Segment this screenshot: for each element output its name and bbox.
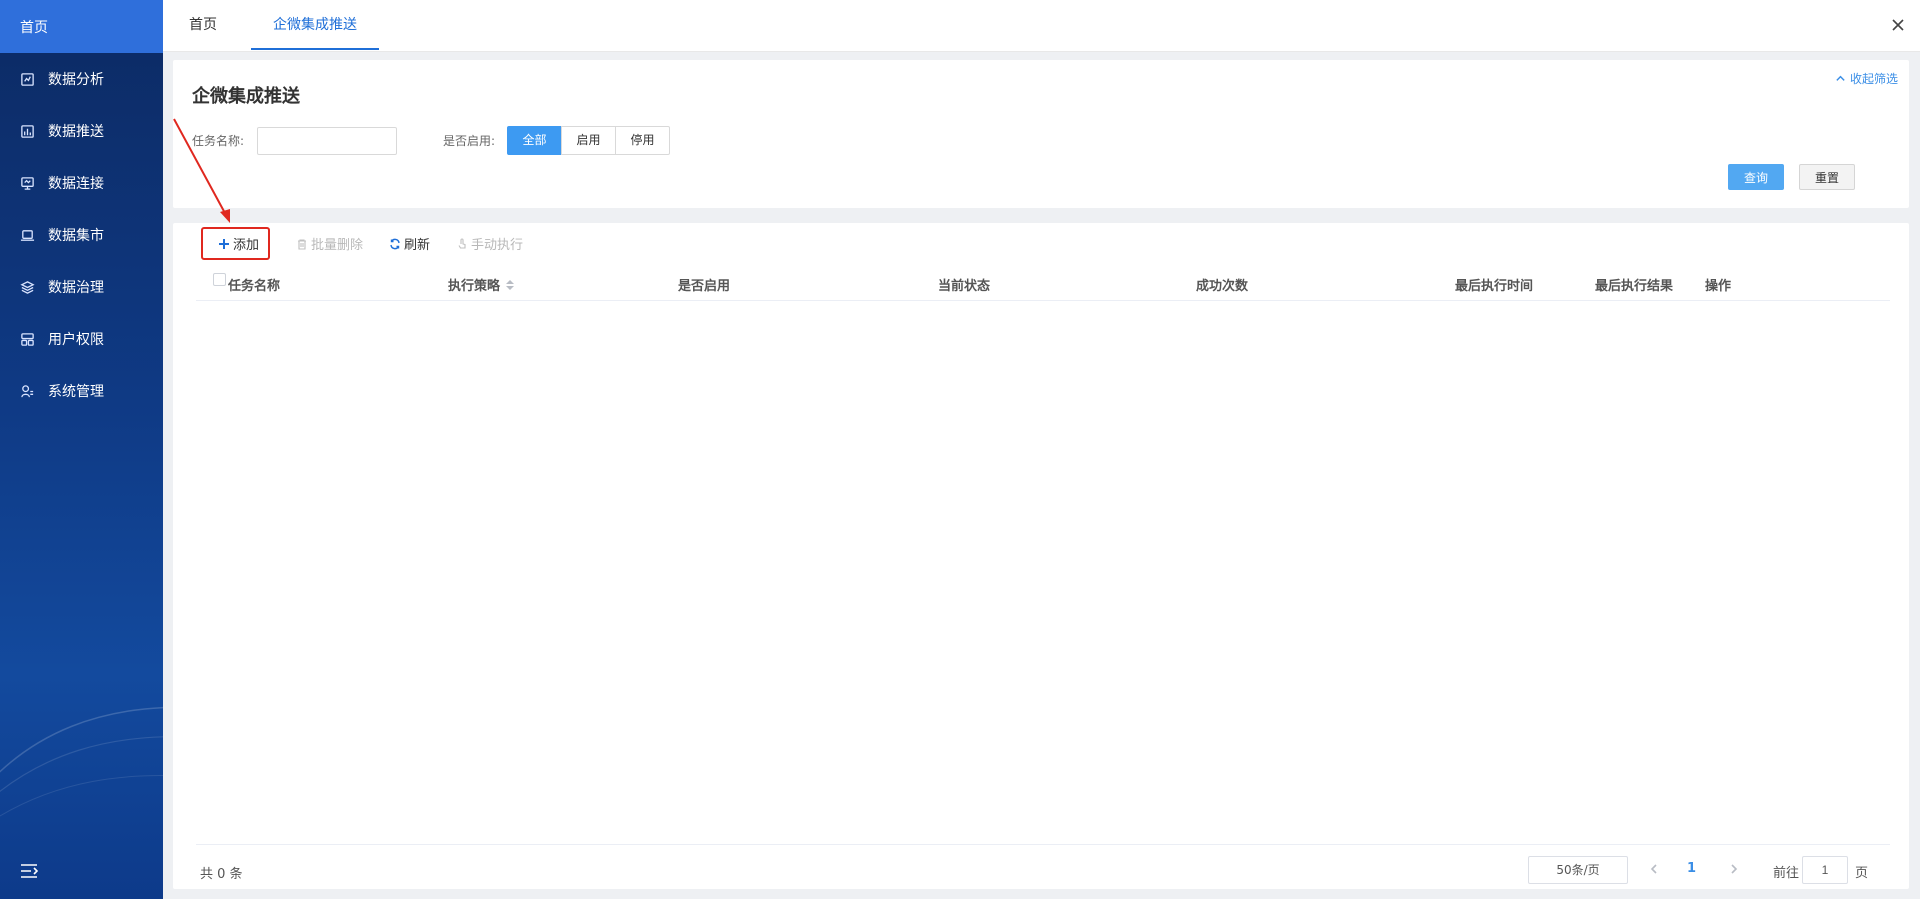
- tab-bar: 首页 企微集成推送: [163, 0, 1920, 52]
- reset-button[interactable]: 重置: [1799, 164, 1855, 190]
- column-header-task-name: 任务名称: [228, 279, 281, 294]
- sidebar-item-label: 数据治理: [48, 280, 104, 296]
- close-icon[interactable]: [1890, 17, 1906, 33]
- manual-run-label: 手动执行: [471, 238, 524, 253]
- tab-wecom-push[interactable]: 企微集成推送: [251, 0, 379, 50]
- sidebar-item-label: 数据分析: [48, 72, 104, 88]
- sidebar-item-data-analysis[interactable]: 数据分析: [0, 53, 163, 105]
- goto-suffix: 页: [1855, 866, 1869, 881]
- manual-run-button[interactable]: 手动执行: [456, 227, 523, 260]
- refresh-icon: [389, 238, 401, 250]
- table-header: 任务名称 执行策略 是否启用 当前状态 成功次数 最后执行时间 最后执行结果 操…: [196, 266, 1890, 301]
- select-all-checkbox[interactable]: [213, 273, 226, 286]
- sidebar-item-data-governance[interactable]: 数据治理: [0, 261, 163, 313]
- column-header-actions: 操作: [1705, 279, 1732, 294]
- sort-caret-icon[interactable]: [506, 279, 515, 290]
- sidebar-item-label: 数据连接: [48, 176, 104, 192]
- chevron-right-icon[interactable]: [1728, 863, 1740, 875]
- sidebar-item-data-connection[interactable]: 数据连接: [0, 157, 163, 209]
- system-settings-icon: [20, 384, 35, 399]
- tab-label: 首页: [189, 17, 217, 33]
- column-header-enabled: 是否启用: [678, 279, 731, 294]
- monitor-link-icon: [20, 176, 35, 191]
- page-number-current[interactable]: 1: [1687, 861, 1696, 876]
- trash-icon: [296, 238, 308, 250]
- enabled-option-enabled[interactable]: 启用: [561, 126, 616, 155]
- collapse-filter-link[interactable]: 收起筛选: [1835, 70, 1898, 87]
- add-button-label: 添加: [233, 238, 260, 253]
- laptop-icon: [20, 228, 35, 243]
- page-title: 企微集成推送: [192, 86, 300, 107]
- column-header-last-run-result: 最后执行结果: [1595, 279, 1674, 294]
- sidebar-item-label: 系统管理: [48, 384, 104, 400]
- user-permission-icon: [20, 332, 35, 347]
- batch-delete-button[interactable]: 批量删除: [296, 227, 363, 260]
- sidebar-item-data-mart[interactable]: 数据集市: [0, 209, 163, 261]
- goto-page-input[interactable]: [1802, 856, 1848, 884]
- table-footer-divider: [196, 844, 1890, 845]
- sidebar-collapse-icon[interactable]: [20, 863, 39, 879]
- column-header-strategy[interactable]: 执行策略: [448, 275, 515, 294]
- goto-label: 前往: [1773, 866, 1800, 881]
- column-header-last-run-time: 最后执行时间: [1455, 279, 1534, 294]
- sidebar-item-user-permission[interactable]: 用户权限: [0, 313, 163, 365]
- column-header-label: 执行策略: [448, 279, 501, 294]
- sidebar-item-system-management[interactable]: 系统管理: [0, 365, 163, 417]
- add-button[interactable]: 添加: [201, 227, 271, 260]
- sidebar-menu: 数据分析 数据推送 数据连接 数据集市 数据治理 用户权限 系统管理: [0, 53, 163, 417]
- column-header-status: 当前状态: [938, 279, 991, 294]
- tab-home[interactable]: 首页: [167, 0, 239, 50]
- page-size-select[interactable]: 50条/页: [1528, 856, 1628, 884]
- refresh-button[interactable]: 刷新: [389, 227, 430, 260]
- batch-delete-label: 批量删除: [311, 238, 364, 253]
- table-panel: 添加 批量删除 刷新 手动执行 任务名称 执行策略 是否启用 当前状态 成功次数…: [173, 223, 1909, 889]
- sidebar-item-label: 数据推送: [48, 124, 104, 140]
- sidebar-item-label: 用户权限: [48, 332, 104, 348]
- layers-icon: [20, 280, 35, 295]
- pagination: 50条/页 1 前往 页: [173, 856, 1909, 884]
- filter-panel: 企微集成推送 收起筛选 任务名称: 是否启用: 全部 启用 停用 查询 重置: [173, 60, 1909, 208]
- table-toolbar: 添加 批量删除 刷新 手动执行: [201, 227, 549, 260]
- sidebar-home-label: 首页: [20, 19, 48, 36]
- tab-label: 企微集成推送: [273, 17, 357, 33]
- collapse-filter-label: 收起筛选: [1849, 72, 1898, 86]
- bar-chart-icon: [20, 124, 35, 139]
- plus-icon: [218, 238, 230, 250]
- sidebar: 首页 数据分析 数据推送 数据连接 数据集市 数据治理 用户权限 系统管理: [0, 0, 163, 899]
- enabled-segmented-control: 全部 启用 停用: [507, 126, 670, 155]
- sidebar-decoration: [0, 706, 163, 817]
- task-name-input[interactable]: [257, 127, 397, 155]
- enabled-option-disabled[interactable]: 停用: [615, 126, 670, 155]
- sidebar-item-label: 数据集市: [48, 228, 104, 244]
- refresh-label: 刷新: [404, 238, 431, 253]
- chevron-up-icon: [1835, 73, 1846, 84]
- hand-pointer-icon: [456, 237, 468, 250]
- chevron-left-icon[interactable]: [1648, 863, 1660, 875]
- sidebar-home[interactable]: 首页: [0, 0, 163, 53]
- enabled-option-all[interactable]: 全部: [507, 126, 562, 155]
- sidebar-item-data-push[interactable]: 数据推送: [0, 105, 163, 157]
- column-header-success-count: 成功次数: [1196, 279, 1249, 294]
- query-button[interactable]: 查询: [1728, 164, 1784, 190]
- chart-analysis-icon: [20, 72, 35, 87]
- enabled-label: 是否启用:: [443, 134, 496, 148]
- task-name-label: 任务名称:: [192, 134, 245, 148]
